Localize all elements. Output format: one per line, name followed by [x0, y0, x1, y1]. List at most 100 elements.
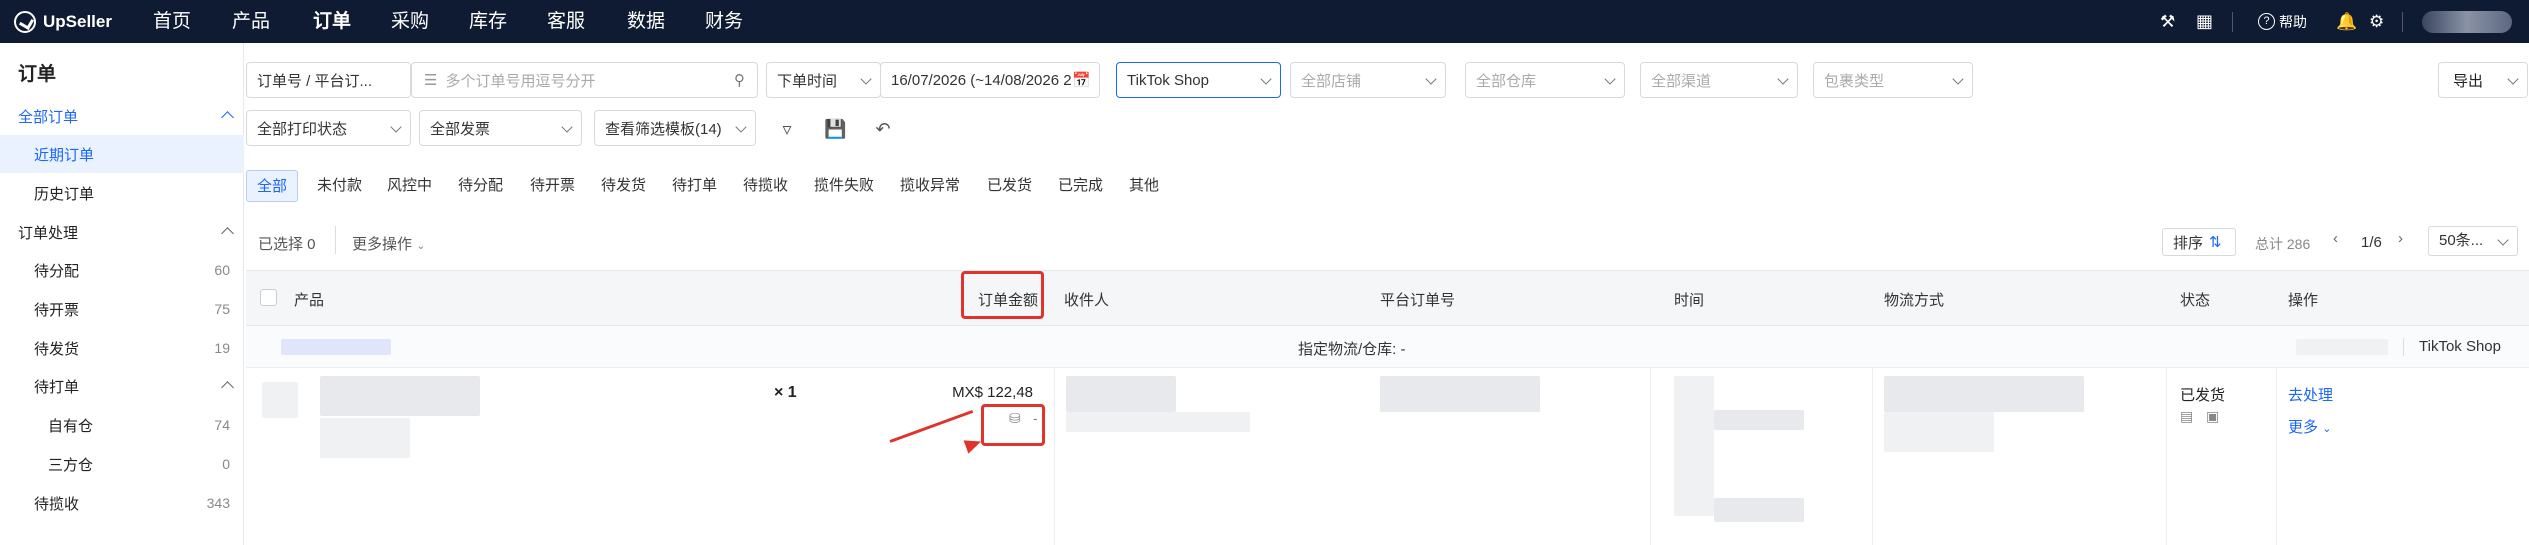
search-input[interactable]: ☰ 多个订单号用逗号分开 ⚲: [411, 62, 758, 98]
user-avatar[interactable]: [2422, 11, 2512, 33]
export-button[interactable]: 导出: [2438, 62, 2528, 98]
search-placeholder: 多个订单号用逗号分开: [445, 72, 596, 90]
nav-inventory[interactable]: 库存: [469, 0, 507, 43]
highlight-order-amount-header: [961, 271, 1044, 319]
chevron-down-icon: [1952, 73, 1964, 85]
chevron-down-icon: ⌄: [2322, 423, 2332, 435]
filter-template-select[interactable]: 查看筛选模板(14): [594, 110, 756, 146]
tab-to-invoice[interactable]: 待开票: [520, 170, 585, 202]
tools-icon[interactable]: ⚒: [2160, 0, 2175, 43]
sidebar-item-history-orders[interactable]: 历史订单: [0, 174, 244, 212]
order-status: 已发货: [2180, 387, 2226, 404]
sort-label: 排序: [2173, 234, 2204, 252]
order-time-value: [1714, 410, 1804, 430]
product-image[interactable]: [262, 382, 298, 418]
sidebar-item-to-pickup[interactable]: 待揽收 343: [0, 484, 244, 522]
calendar-icon: 📅: [1072, 71, 1091, 89]
chevron-up-icon: [221, 227, 234, 240]
undo-icon[interactable]: ↶: [872, 118, 894, 140]
invoice-icon[interactable]: ▤: [2180, 408, 2193, 425]
sidebar-item-label: 待揽收: [34, 495, 80, 513]
header-actions: 操作: [2288, 292, 2319, 309]
print-status-select[interactable]: 全部打印状态: [246, 110, 411, 146]
page-indicator: 1/6: [2361, 234, 2382, 251]
platform-order-no[interactable]: [1380, 376, 1540, 412]
warehouse-select[interactable]: 全部仓库: [1465, 62, 1625, 98]
date-range-input[interactable]: 16/07/2026 (~14/08/2026 2 📅: [880, 62, 1100, 98]
select-all-checkbox[interactable]: [260, 289, 277, 306]
sidebar-item-own-warehouse[interactable]: 自有仓 74: [0, 406, 244, 444]
tab-all[interactable]: 全部: [246, 170, 299, 202]
bell-icon[interactable]: 🔔: [2336, 0, 2357, 43]
sidebar-item-third-party-warehouse[interactable]: 三方仓 0: [0, 445, 244, 483]
order-amount: MX$ 122,48: [952, 384, 1033, 401]
header-recipient: 收件人: [1064, 292, 1110, 309]
tab-shipped[interactable]: 已发货: [977, 170, 1042, 202]
tab-to-allocate[interactable]: 待分配: [448, 170, 513, 202]
sidebar-item-all-orders[interactable]: 全部订单: [0, 97, 244, 135]
process-order-link[interactable]: 去处理: [2288, 384, 2333, 405]
more-actions-link[interactable]: 更多 ⌄: [2288, 416, 2331, 437]
buyer-name: [2296, 339, 2388, 355]
sidebar-item-to-invoice[interactable]: 待开票 75: [0, 290, 244, 328]
note-icon[interactable]: ▣: [2206, 408, 2219, 425]
sidebar-item-order-processing[interactable]: 订单处理: [0, 213, 244, 251]
tab-other[interactable]: 其他: [1119, 170, 1169, 202]
platform-select[interactable]: TikTok Shop: [1116, 62, 1281, 98]
help-label: 帮助: [2279, 13, 2307, 30]
sidebar-item-to-ship[interactable]: 待发货 19: [0, 329, 244, 367]
sidebar-item-count: 74: [214, 417, 230, 433]
product-name[interactable]: [320, 376, 480, 416]
invoice-select[interactable]: 全部发票: [419, 110, 582, 146]
chevron-up-icon: [221, 111, 234, 124]
app-logo[interactable]: UpSeller: [14, 10, 112, 33]
tab-risk-control[interactable]: 风控中: [377, 170, 442, 202]
tab-unpaid[interactable]: 未付款: [307, 170, 372, 202]
prev-page-icon[interactable]: ‹: [2333, 230, 2338, 247]
sidebar-item-recent-orders[interactable]: 近期订单: [0, 135, 244, 173]
tab-pickup-failed[interactable]: 揽件失败: [804, 170, 884, 202]
help-button[interactable]: ? 帮助: [2258, 0, 2307, 43]
next-page-icon[interactable]: ›: [2398, 230, 2403, 247]
sort-button[interactable]: 排序 ⇅: [2162, 228, 2236, 256]
tab-to-print[interactable]: 待打单: [662, 170, 727, 202]
nav-products[interactable]: 产品: [232, 0, 270, 43]
list-icon: ☰: [424, 72, 438, 89]
nav-customer-service[interactable]: 客服: [547, 0, 585, 43]
tracking-number: [1884, 412, 1994, 452]
nav-purchase[interactable]: 采购: [391, 0, 429, 43]
filter-template-value: 查看筛选模板(14): [605, 120, 722, 138]
sidebar-item-label: 历史订单: [34, 185, 95, 203]
sidebar-item-to-allocate[interactable]: 待分配 60: [0, 251, 244, 289]
total-count: 总计 286: [2255, 236, 2311, 252]
shop-select[interactable]: 全部店铺: [1290, 62, 1446, 98]
tab-to-ship[interactable]: 待发货: [591, 170, 656, 202]
channel-select[interactable]: 全部渠道: [1640, 62, 1798, 98]
gear-icon[interactable]: ⚙: [2369, 0, 2384, 43]
sidebar-item-to-print[interactable]: 待打单: [0, 367, 244, 405]
logo-text: UpSeller: [43, 11, 112, 31]
tab-pickup-exception[interactable]: 揽收异常: [890, 170, 970, 202]
nav-finance[interactable]: 财务: [705, 0, 743, 43]
time-type-select[interactable]: 下单时间: [766, 62, 881, 98]
sidebar-item-count: 75: [214, 301, 230, 317]
header-logistics: 物流方式: [1884, 292, 1945, 309]
filter-icon[interactable]: ▿: [776, 118, 798, 140]
search-icon[interactable]: ⚲: [734, 71, 745, 89]
chevron-up-icon: [221, 381, 234, 394]
page-size-select[interactable]: 50条...: [2428, 226, 2518, 256]
tab-completed[interactable]: 已完成: [1048, 170, 1113, 202]
nav-data[interactable]: 数据: [627, 0, 665, 43]
save-icon[interactable]: 💾: [824, 118, 846, 140]
platform-value: TikTok Shop: [1127, 71, 1209, 89]
sidebar-item-label: 待打单: [34, 378, 80, 396]
more-operations-button[interactable]: 更多操作 ⌄: [352, 233, 425, 254]
more-operations-label: 更多操作: [352, 236, 413, 253]
group-platform: TikTok Shop: [2419, 338, 2501, 355]
nav-orders[interactable]: 订单: [313, 0, 351, 43]
apps-grid-icon[interactable]: ▦: [2196, 0, 2213, 43]
nav-home[interactable]: 首页: [153, 0, 191, 43]
search-type-select[interactable]: 订单号 / 平台订...: [246, 62, 411, 98]
package-type-select[interactable]: 包裹类型: [1813, 62, 1973, 98]
tab-to-pickup[interactable]: 待揽收: [733, 170, 798, 202]
